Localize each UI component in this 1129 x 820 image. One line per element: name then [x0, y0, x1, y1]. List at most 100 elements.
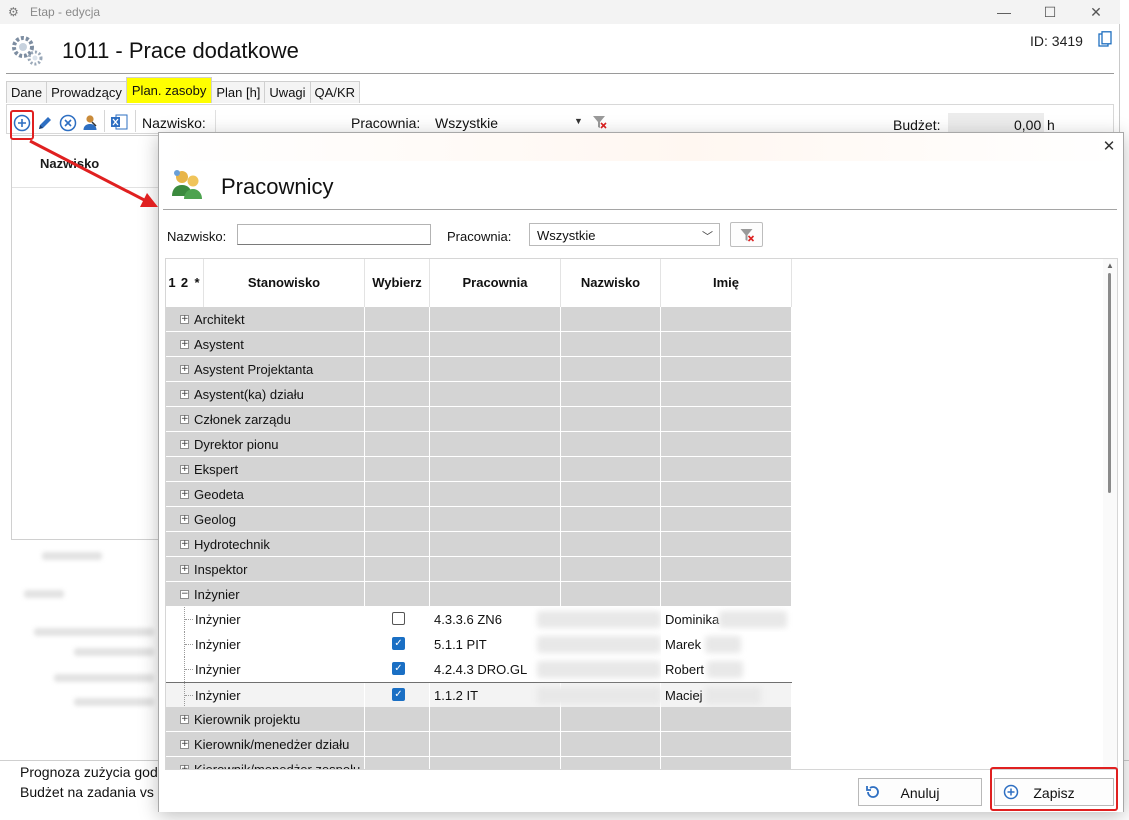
cancel-button-label: Anuluj: [900, 785, 940, 801]
pracownia-select[interactable]: Wszystkie ﹀: [529, 223, 720, 246]
group-row-ekspert[interactable]: + Ekspert: [166, 457, 792, 482]
toolbar-divider: [104, 110, 105, 132]
expand-icon[interactable]: +: [180, 440, 189, 449]
group-row-asystent-projektanta[interactable]: + Asystent Projektanta: [166, 357, 792, 382]
tab-prowadzacy[interactable]: Prowadzący: [46, 81, 127, 103]
pracownia-cell: 5.1.1 PIT: [434, 637, 487, 652]
expand-icon[interactable]: +: [180, 365, 189, 374]
expand-icon[interactable]: +: [180, 315, 189, 324]
redacted-text: [719, 611, 787, 628]
nazwisko-search-input[interactable]: [237, 224, 431, 245]
expand-icon[interactable]: +: [180, 465, 189, 474]
pracownia-select[interactable]: Wszystkie: [435, 115, 498, 131]
column-header-imie[interactable]: Imię: [661, 259, 792, 307]
employees-grid: 1 2 * Stanowisko Wybierz Pracownia Nazwi…: [165, 258, 1118, 770]
group-row-inzynier[interactable]: − Inżynier: [166, 582, 792, 607]
group-label: Kierownik/menedżer działu: [194, 737, 350, 752]
tab-plan-h[interactable]: Plan [h]: [211, 81, 266, 103]
blurred-content: [14, 548, 159, 738]
group-label: Architekt: [194, 312, 245, 327]
nazwisko-filter-input[interactable]: [215, 110, 343, 132]
summary-line-2: Budżet na zadania vs: [20, 784, 154, 800]
group-row-geolog[interactable]: + Geolog: [166, 507, 792, 532]
tab-plan-zasoby[interactable]: Plan. zasoby: [125, 77, 213, 103]
vertical-scrollbar[interactable]: ▲: [1103, 259, 1117, 769]
expand-icon[interactable]: +: [180, 740, 189, 749]
excel-icon[interactable]: [110, 113, 128, 131]
column-header-stanowisko[interactable]: Stanowisko: [204, 259, 365, 307]
pracownia-label: Pracownia:: [351, 115, 421, 131]
expand-icon[interactable]: +: [180, 415, 189, 424]
scrollbar-thumb[interactable]: [1108, 273, 1111, 493]
expand-icon[interactable]: +: [180, 490, 189, 499]
toolbar-divider: [135, 110, 136, 132]
clear-filter-icon[interactable]: [592, 114, 608, 130]
group-row-kierownik-dzialu[interactable]: + Kierownik/menedżer działu: [166, 732, 792, 757]
select-checkbox[interactable]: ✓: [392, 688, 405, 701]
budzet-label: Budżet:: [893, 117, 941, 133]
group-row-kierownik-projektu[interactable]: + Kierownik projektu: [166, 707, 792, 732]
nazwisko-label: Nazwisko:: [142, 115, 206, 131]
copy-icon[interactable]: [1098, 31, 1112, 47]
group-row-asystent[interactable]: + Asystent: [166, 332, 792, 357]
select-checkbox[interactable]: [392, 612, 405, 625]
summary-line-1: Prognoza zużycia god: [20, 764, 158, 780]
tab-uwagi[interactable]: Uwagi: [264, 81, 311, 103]
gears-icon: [12, 36, 43, 66]
group-row-czlonek-zarzadu[interactable]: + Członek zarządu: [166, 407, 792, 432]
group-label: Asystent: [194, 337, 244, 352]
expand-icon[interactable]: +: [180, 540, 189, 549]
group-label: Kierownik/menedżer zespołu: [194, 762, 361, 770]
highlight-box: [10, 110, 34, 140]
cancel-button[interactable]: Anuluj: [858, 778, 982, 806]
pracownicy-dialog: ✕ Pracownicy Nazwisko: Pracownia: Wszyst…: [158, 132, 1124, 812]
minimize-button[interactable]: —: [982, 2, 1026, 22]
select-checkbox[interactable]: ✓: [392, 662, 405, 675]
group-row-inspektor[interactable]: + Inspektor: [166, 557, 792, 582]
stanowisko-cell: Inżynier: [195, 637, 241, 652]
collapse-icon[interactable]: −: [180, 590, 189, 599]
nazwisko-label: Nazwisko:: [167, 229, 227, 244]
expand-icon[interactable]: +: [180, 340, 189, 349]
table-row[interactable]: Inżynier 4.3.3.6 ZN6 Dominika: [166, 607, 792, 632]
group-row-hydrotechnik[interactable]: + Hydrotechnik: [166, 532, 792, 557]
scroll-up-icon[interactable]: ▲: [1106, 261, 1114, 270]
table-row-selected[interactable]: Inżynier ✓ 1.1.2 IT Maciej: [166, 682, 792, 708]
dialog-close-button[interactable]: ✕: [1099, 137, 1119, 157]
maximize-button[interactable]: ☐: [1028, 2, 1072, 22]
column-header-star[interactable]: *: [191, 259, 204, 307]
group-label: Geolog: [194, 512, 236, 527]
window-close-button[interactable]: ✕: [1074, 2, 1118, 22]
imie-cell: Maciej: [665, 688, 703, 703]
table-row[interactable]: Inżynier ✓ 4.2.4.3 DRO.GL Robert: [166, 657, 792, 682]
user-icon[interactable]: [81, 113, 99, 131]
group-row-dyrektor-pionu[interactable]: + Dyrektor pionu: [166, 432, 792, 457]
expand-icon[interactable]: +: [180, 715, 189, 724]
column-header-nazwisko[interactable]: Nazwisko: [40, 156, 99, 171]
window-titlebar: ⚙ Etap - edycja — ☐ ✕: [0, 0, 1120, 24]
page-title: 1011 - Prace dodatkowe: [62, 38, 299, 63]
column-header-2[interactable]: 2: [178, 259, 191, 307]
column-header-pracownia[interactable]: Pracownia: [430, 259, 561, 307]
group-row-asystent-dzialu[interactable]: + Asystent(ka) działu: [166, 382, 792, 407]
imie-cell: Marek: [665, 637, 702, 652]
expand-icon[interactable]: +: [180, 390, 189, 399]
column-header-wybierz[interactable]: Wybierz: [365, 259, 430, 307]
table-row[interactable]: Inżynier ✓ 5.1.1 PIT Marek: [166, 632, 792, 657]
clear-filter-button[interactable]: [730, 222, 763, 247]
column-header-nazwisko[interactable]: Nazwisko: [561, 259, 661, 307]
delete-icon[interactable]: [59, 114, 77, 132]
column-header-1[interactable]: 1: [166, 259, 178, 307]
tab-qa-kr[interactable]: QA/KR: [309, 81, 361, 103]
expand-icon[interactable]: +: [180, 515, 189, 524]
select-checkbox[interactable]: ✓: [392, 637, 405, 650]
group-row-architekt[interactable]: + Architekt: [166, 307, 792, 332]
group-row-kierownik-zespolu[interactable]: + Kierownik/menedżer zespołu: [166, 757, 792, 770]
pracownia-label: Pracownia:: [447, 229, 512, 244]
edit-icon[interactable]: [36, 114, 54, 132]
dropdown-arrow-icon[interactable]: ▼: [574, 116, 583, 126]
redacted-text: [705, 687, 761, 704]
group-row-geodeta[interactable]: + Geodeta: [166, 482, 792, 507]
tab-dane[interactable]: Dane: [6, 81, 48, 103]
expand-icon[interactable]: +: [180, 565, 189, 574]
